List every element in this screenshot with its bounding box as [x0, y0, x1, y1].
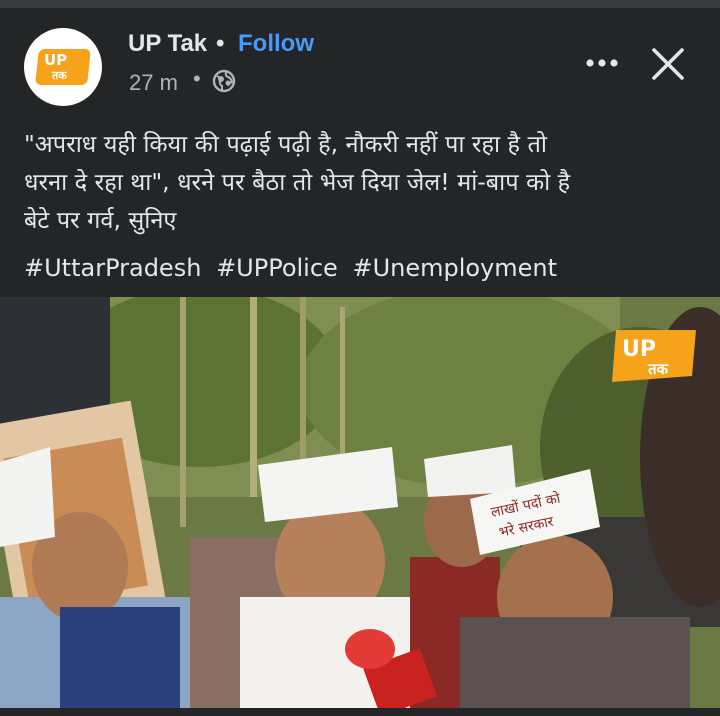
logo-text-tak: तक	[52, 69, 67, 82]
logo-text-up: UP	[44, 51, 68, 69]
name-separator: •	[216, 30, 225, 57]
caption-line: "अपराध यही किया की पढ़ाई पढ़ी है, नौकरी …	[24, 130, 547, 158]
post-caption: "अपराध यही किया की पढ़ाई पढ़ी है, नौकरी …	[24, 125, 714, 239]
video-watermark-logo: UP तक	[612, 330, 696, 382]
post-timestamp[interactable]: 27 m	[129, 70, 178, 96]
top-bar	[0, 0, 720, 8]
caption-line: बेटे पर गर्व, सुनिए	[24, 206, 177, 234]
hashtag-row: #UttarPradesh #UPPolice #Unemployment	[24, 249, 564, 287]
time-separator: •	[193, 66, 201, 91]
hashtag-link[interactable]: #UttarPradesh	[24, 254, 201, 282]
hashtag-link[interactable]: #Unemployment	[352, 254, 557, 282]
watermark-text-up: UP	[622, 337, 656, 362]
page-name[interactable]: UP Tak	[128, 30, 207, 58]
more-dots-icon[interactable]	[582, 48, 622, 78]
globe-icon	[212, 69, 236, 93]
follow-button[interactable]: Follow	[238, 30, 314, 58]
close-icon[interactable]	[648, 44, 688, 84]
page-avatar[interactable]: UP तक	[24, 28, 102, 106]
hashtag-link[interactable]: #UPPolice	[216, 254, 338, 282]
caption-line: धरना दे रहा था", धरने पर बैठा तो भेज दिय…	[24, 168, 571, 196]
watermark-text-tak: तक	[647, 360, 670, 378]
